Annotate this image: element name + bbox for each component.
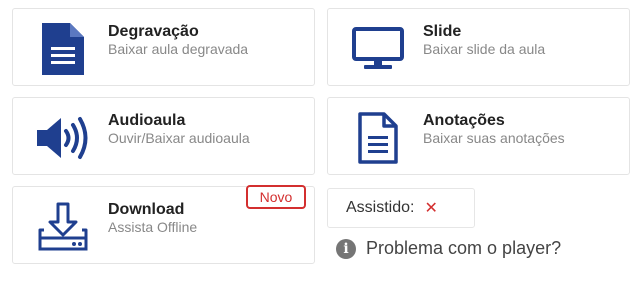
new-badge: Novo xyxy=(246,185,306,209)
card-title: Anotações xyxy=(423,112,505,129)
card-title: Download xyxy=(108,201,185,218)
info-icon: i xyxy=(336,238,356,259)
card-title: Slide xyxy=(423,23,462,40)
monitor-icon xyxy=(350,21,406,77)
player-problem-link[interactable]: i Problema com o player? xyxy=(336,238,561,259)
card-subtitle: Baixar suas anotações xyxy=(423,130,565,146)
player-problem-label: Problema com o player? xyxy=(366,238,562,258)
notes-icon xyxy=(350,110,406,166)
download-icon xyxy=(35,199,91,255)
card-title: Audioaula xyxy=(108,112,186,129)
card-subtitle: Assista Offline xyxy=(108,219,198,235)
not-watched-icon[interactable]: ✕ xyxy=(424,198,437,218)
card-title: Degravação xyxy=(108,23,199,40)
watched-label: Assistido: xyxy=(346,199,415,216)
document-icon xyxy=(35,21,91,77)
card-subtitle: Baixar aula degravada xyxy=(108,41,249,57)
speaker-icon xyxy=(35,110,91,166)
card-subtitle: Baixar slide da aula xyxy=(423,41,546,57)
anotacoes-card[interactable]: Anotações Baixar suas anotações xyxy=(327,97,630,175)
slide-card[interactable]: Slide Baixar slide da aula xyxy=(327,8,630,86)
degravacao-card[interactable]: Degravação Baixar aula degravada xyxy=(12,8,315,86)
audioaula-card[interactable]: Audioaula Ouvir/Baixar audioaula xyxy=(12,97,315,175)
card-subtitle: Ouvir/Baixar audioaula xyxy=(108,130,250,146)
watched-status: Assistido: ✕ xyxy=(327,188,475,228)
